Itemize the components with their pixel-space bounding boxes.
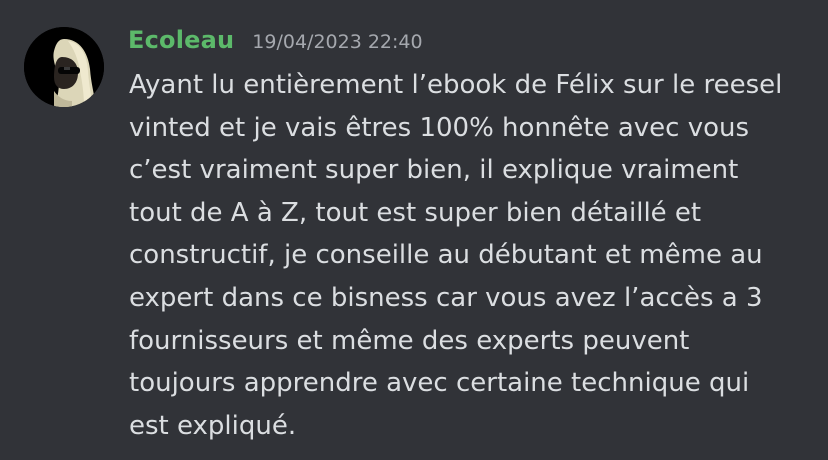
chat-message: Ecoleau 19/04/2023 22:40 Ayant lu entièr… bbox=[0, 0, 828, 460]
message-line: est expliqué. bbox=[129, 410, 297, 441]
message-line: fournisseurs et même des experts peuvent bbox=[129, 325, 690, 356]
message-line: Ayant lu entièrement l’ebook de Félix su… bbox=[129, 70, 783, 100]
message-line: tout de A à Z, tout est super bien détai… bbox=[129, 197, 702, 228]
message-line: expert dans ce bisness car vous avez l’a… bbox=[129, 282, 763, 313]
message-content: Ayant lu entièrement l’ebook de Félix su… bbox=[129, 64, 809, 447]
message-header: Ecoleau 19/04/2023 22:40 bbox=[128, 26, 423, 54]
hooded-figure-avatar-icon bbox=[24, 27, 104, 107]
message-line: vinted et je vais êtres 100% honnête ave… bbox=[129, 112, 750, 143]
user-avatar[interactable] bbox=[24, 27, 104, 107]
username[interactable]: Ecoleau bbox=[128, 26, 234, 54]
message-line: constructif, je conseille au débutant et… bbox=[129, 240, 763, 271]
message-line: toujours apprendre avec certaine techniq… bbox=[129, 368, 750, 399]
message-timestamp: 19/04/2023 22:40 bbox=[252, 31, 423, 53]
message-line: c’est vraiment super bien, il explique v… bbox=[129, 155, 739, 186]
